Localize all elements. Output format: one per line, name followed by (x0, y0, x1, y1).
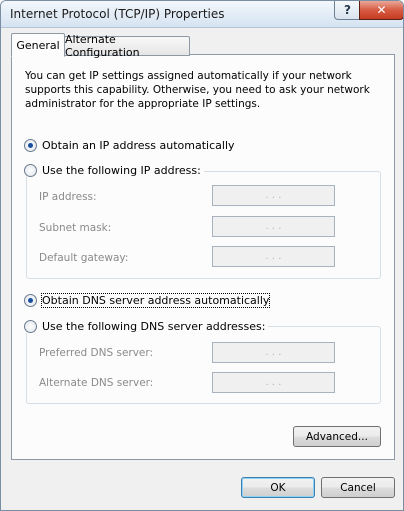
preferred-dns-field[interactable]: . . . (212, 342, 335, 363)
use-following-ip-radio[interactable] (24, 164, 37, 177)
obtain-dns-auto-radio[interactable] (24, 294, 37, 307)
cancel-button[interactable]: Cancel (321, 477, 395, 498)
subnet-mask-field[interactable]: . . . (212, 216, 335, 237)
ip-address-field[interactable]: . . . (212, 185, 335, 206)
tab-general-label: General (16, 38, 60, 52)
tab-alternate-configuration[interactable]: Alternate Configuration (64, 33, 190, 59)
subnet-mask-label: Subnet mask: (39, 222, 112, 234)
description-text: You can get IP settings assigned automat… (25, 70, 370, 110)
default-gateway-label: Default gateway: (39, 252, 129, 264)
obtain-ip-auto-label: Obtain an IP address automatically (42, 139, 235, 152)
use-following-ip-label: Use the following IP address: (42, 164, 201, 177)
title-bar: Internet Protocol (TCP/IP) Properties ? … (1, 1, 403, 28)
default-gateway-field[interactable]: . . . (212, 246, 335, 267)
close-button[interactable]: ✕ (359, 1, 403, 20)
alternate-dns-field[interactable]: . . . (212, 372, 335, 393)
close-icon: ✕ (376, 3, 387, 17)
obtain-dns-auto-option[interactable]: Obtain DNS server address automatically (24, 293, 273, 308)
ok-button[interactable]: OK (241, 477, 315, 498)
help-icon: ? (344, 3, 351, 17)
ip-address-label: IP address: (39, 191, 97, 203)
obtain-ip-auto-option[interactable]: Obtain an IP address automatically (24, 139, 238, 152)
obtain-dns-auto-label: Obtain DNS server address automatically (40, 293, 271, 308)
use-following-dns-label: Use the following DNS server addresses: (42, 320, 266, 333)
alternate-dns-label: Alternate DNS server: (39, 377, 154, 389)
tab-general[interactable]: General (11, 33, 65, 57)
preferred-dns-label: Preferred DNS server: (39, 347, 154, 359)
use-following-dns-radio[interactable] (24, 320, 37, 333)
tab-alternate-configuration-label: Alternate Configuration (65, 33, 140, 59)
obtain-ip-auto-radio[interactable] (24, 139, 37, 152)
use-following-dns-option[interactable]: Use the following DNS server addresses: (24, 320, 269, 333)
use-following-ip-option[interactable]: Use the following IP address: (24, 164, 204, 177)
advanced-button[interactable]: Advanced... (293, 426, 381, 447)
window-title: Internet Protocol (TCP/IP) Properties (10, 7, 225, 21)
help-button[interactable]: ? (334, 1, 361, 20)
tcpip-properties-dialog: Internet Protocol (TCP/IP) Properties ? … (0, 0, 404, 511)
